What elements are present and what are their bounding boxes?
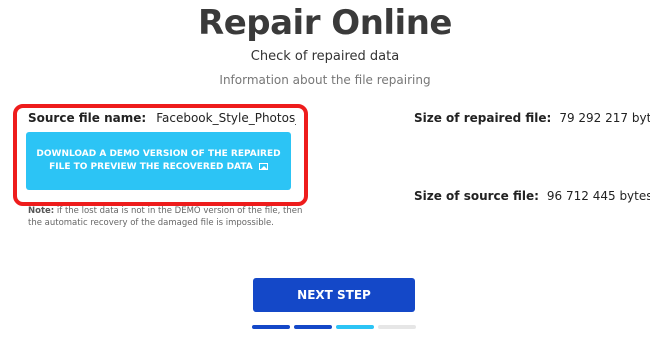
- source-size-value: 96 712 445 bytes: [546, 189, 650, 203]
- note-body: if the lost data is not in the DEMO vers…: [28, 206, 303, 228]
- note-label: Note:: [28, 206, 55, 216]
- source-size-row: Size of source file: 96 712 445 bytes: [414, 189, 650, 203]
- progress-step-1: [252, 325, 290, 329]
- progress-step-3: [336, 325, 374, 329]
- progress-step-4: [378, 325, 416, 329]
- download-demo-label: DOWNLOAD A DEMO VERSION OF THE REPAIRED …: [36, 149, 281, 172]
- page-subtitle: Check of repaired data: [250, 49, 400, 64]
- image-icon: [258, 163, 268, 170]
- download-demo-button[interactable]: DOWNLOAD A DEMO VERSION OF THE REPAIRED …: [26, 132, 291, 190]
- next-step-button[interactable]: NEXT STEP: [253, 278, 415, 312]
- note-text: Note: if the lost data is not in the DEM…: [28, 205, 303, 229]
- progress-step-2: [294, 325, 332, 329]
- repaired-size-label: Size of repaired file:: [414, 111, 552, 125]
- source-file-label: Source file name:: [28, 111, 147, 125]
- repaired-size-value: 79 292 217 bytes: [559, 111, 650, 125]
- repaired-size-row: Size of repaired file: 79 292 217 bytes: [414, 111, 650, 125]
- source-file-row: Source file name: Facebook_Style_Photos_V…: [28, 111, 296, 129]
- source-size-label: Size of source file:: [414, 189, 539, 203]
- source-file-name: Facebook_Style_Photos_Videos: [156, 111, 296, 125]
- info-text: Information about the file repairing: [219, 73, 431, 87]
- page-title: Repair Online: [198, 3, 452, 43]
